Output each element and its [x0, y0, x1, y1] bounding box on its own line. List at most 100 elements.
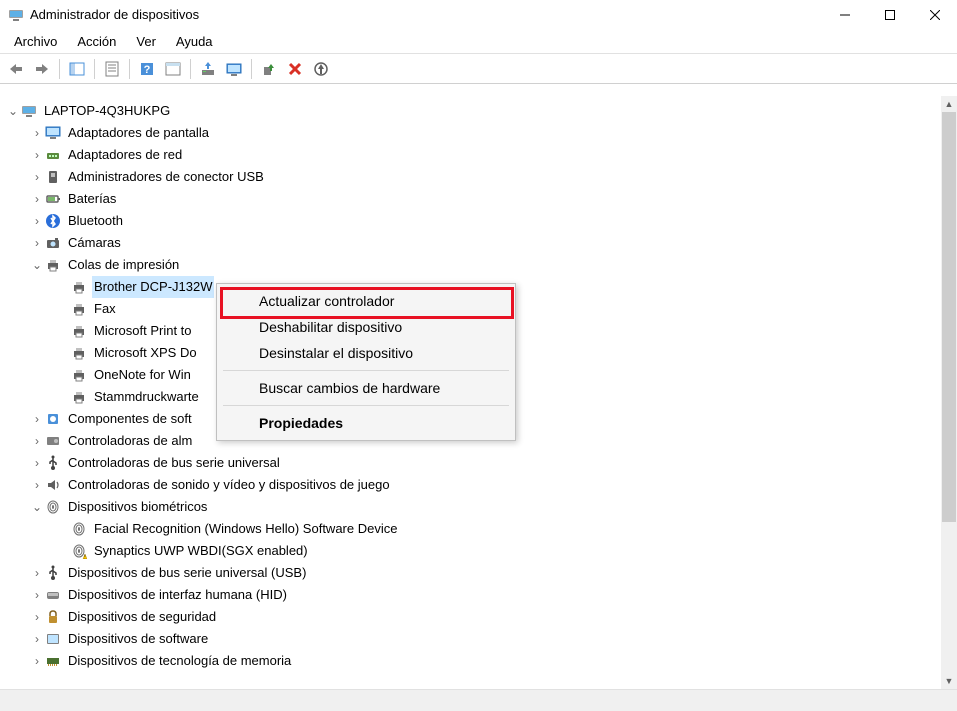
vertical-scrollbar[interactable]: ▲ ▼ [941, 96, 957, 689]
window-buttons [822, 0, 957, 29]
expander-icon[interactable]: › [30, 210, 44, 232]
scroll-down-arrow[interactable]: ▼ [941, 673, 957, 689]
tree-device[interactable]: !Synaptics UWP WBDI(SGX enabled) [4, 540, 957, 562]
printer-icon [70, 367, 88, 383]
menu-archivo[interactable]: Archivo [4, 31, 67, 52]
usb-conn-icon [44, 169, 62, 185]
scroll-up-arrow[interactable]: ▲ [941, 96, 957, 112]
expander-icon[interactable]: ⌄ [6, 100, 20, 122]
tree-category[interactable]: › Dispositivos de bus serie universal (US… [4, 562, 957, 584]
help-button[interactable]: ? [135, 57, 159, 81]
minimize-button[interactable] [822, 0, 867, 29]
update-driver-button[interactable] [196, 57, 220, 81]
tree-node-label[interactable]: Controladoras de alm [66, 430, 194, 452]
tree-node-label[interactable]: Adaptadores de red [66, 144, 184, 166]
tree-category[interactable]: › Baterías [4, 188, 957, 210]
tree-node-label[interactable]: Brother DCP-J132W [92, 276, 214, 298]
expander-icon[interactable]: › [30, 606, 44, 628]
tree-node-label[interactable]: Dispositivos de tecnología de memoria [66, 650, 293, 672]
tree-node-label[interactable]: Componentes de soft [66, 408, 194, 430]
close-button[interactable] [912, 0, 957, 29]
tree-category[interactable]: › Controladoras de bus serie universal [4, 452, 957, 474]
context-menu-item[interactable]: Propiedades [217, 410, 515, 436]
tree-category[interactable]: › Adaptadores de red [4, 144, 957, 166]
tree-node-label[interactable]: Microsoft XPS Do [92, 342, 199, 364]
tree-category[interactable]: › Dispositivos de tecnología de memoria [4, 650, 957, 672]
tree-node-label[interactable]: OneNote for Win [92, 364, 193, 386]
back-button[interactable] [4, 57, 28, 81]
expander-icon[interactable]: › [30, 452, 44, 474]
menubar: Archivo Acción Ver Ayuda [0, 30, 957, 54]
disable-device-button[interactable] [309, 57, 333, 81]
context-menu-separator [223, 370, 509, 371]
tree-category[interactable]: › Dispositivos de software [4, 628, 957, 650]
tree-node-label[interactable]: LAPTOP-4Q3HUKPG [42, 100, 172, 122]
tree-node-label[interactable]: Dispositivos de bus serie universal (USB… [66, 562, 308, 584]
expander-icon[interactable]: › [30, 562, 44, 584]
expander-icon[interactable]: › [30, 232, 44, 254]
maximize-button[interactable] [867, 0, 912, 29]
context-menu-item[interactable]: Desinstalar el dispositivo [217, 340, 515, 366]
tree-node-label[interactable]: Dispositivos de seguridad [66, 606, 218, 628]
tree-node-label[interactable]: Baterías [66, 188, 118, 210]
tree-category[interactable]: › Dispositivos de interfaz humana (HID) [4, 584, 957, 606]
tree-node-label[interactable]: Microsoft Print to [92, 320, 194, 342]
tree-device[interactable]: Facial Recognition (Windows Hello) Softw… [4, 518, 957, 540]
tree-node-label[interactable]: Dispositivos biométricos [66, 496, 209, 518]
expander-icon[interactable]: › [30, 188, 44, 210]
tree-node-label[interactable]: Controladoras de bus serie universal [66, 452, 282, 474]
scan-hardware-button[interactable] [222, 57, 246, 81]
uninstall-device-button[interactable] [283, 57, 307, 81]
context-menu-item[interactable]: Actualizar controlador [217, 288, 515, 314]
tree-category[interactable]: › Adaptadores de pantalla [4, 122, 957, 144]
expander-icon[interactable]: › [30, 166, 44, 188]
action-button[interactable] [161, 57, 185, 81]
tree-node-label[interactable]: Adaptadores de pantalla [66, 122, 211, 144]
biometric-icon [44, 499, 62, 515]
tree-category[interactable]: › Administradores de conector USB [4, 166, 957, 188]
expander-icon[interactable]: ⌄ [30, 496, 44, 518]
expander-icon[interactable]: › [30, 474, 44, 496]
menu-ayuda[interactable]: Ayuda [166, 31, 223, 52]
tree-category[interactable]: › Cámaras [4, 232, 957, 254]
biometric-icon: ! [70, 543, 88, 559]
tree-node-label[interactable]: Controladoras de sonido y vídeo y dispos… [66, 474, 392, 496]
enable-device-button[interactable] [257, 57, 281, 81]
tree-root[interactable]: ⌄ LAPTOP-4Q3HUKPG [4, 100, 957, 122]
toolbar-separator [190, 59, 191, 79]
tree-category[interactable]: ⌄ Dispositivos biométricos [4, 496, 957, 518]
context-menu-item[interactable]: Buscar cambios de hardware [217, 375, 515, 401]
toolbar: ? [0, 54, 957, 84]
expander-icon[interactable]: › [30, 144, 44, 166]
tree-node-label[interactable]: Synaptics UWP WBDI(SGX enabled) [92, 540, 310, 562]
expander-icon[interactable]: › [30, 584, 44, 606]
toolbar-separator [251, 59, 252, 79]
properties-button[interactable] [100, 57, 124, 81]
expander-icon[interactable]: ⌄ [30, 254, 44, 276]
tree-category[interactable]: › Dispositivos de seguridad [4, 606, 957, 628]
tree-node-label[interactable]: Fax [92, 298, 118, 320]
tree-category[interactable]: › Bluetooth [4, 210, 957, 232]
scroll-thumb[interactable] [942, 112, 956, 522]
forward-button[interactable] [30, 57, 54, 81]
tree-node-label[interactable]: Colas de impresión [66, 254, 181, 276]
menu-ver[interactable]: Ver [126, 31, 166, 52]
show-hide-tree-button[interactable] [65, 57, 89, 81]
expander-icon[interactable]: › [30, 408, 44, 430]
tree-node-label[interactable]: Dispositivos de software [66, 628, 210, 650]
tree-node-label[interactable]: Dispositivos de interfaz humana (HID) [66, 584, 289, 606]
expander-icon[interactable]: › [30, 122, 44, 144]
tree-node-label[interactable]: Facial Recognition (Windows Hello) Softw… [92, 518, 399, 540]
expander-icon[interactable]: › [30, 430, 44, 452]
tree-node-label[interactable]: Stammdruckwarte [92, 386, 201, 408]
context-menu: Actualizar controladorDeshabilitar dispo… [216, 283, 516, 441]
expander-icon[interactable]: › [30, 628, 44, 650]
menu-accion[interactable]: Acción [67, 31, 126, 52]
tree-node-label[interactable]: Cámaras [66, 232, 123, 254]
tree-node-label[interactable]: Administradores de conector USB [66, 166, 266, 188]
tree-category[interactable]: › Controladoras de sonido y vídeo y dispo… [4, 474, 957, 496]
tree-node-label[interactable]: Bluetooth [66, 210, 125, 232]
context-menu-item[interactable]: Deshabilitar dispositivo [217, 314, 515, 340]
tree-category[interactable]: ⌄ Colas de impresión [4, 254, 957, 276]
expander-icon[interactable]: › [30, 650, 44, 672]
